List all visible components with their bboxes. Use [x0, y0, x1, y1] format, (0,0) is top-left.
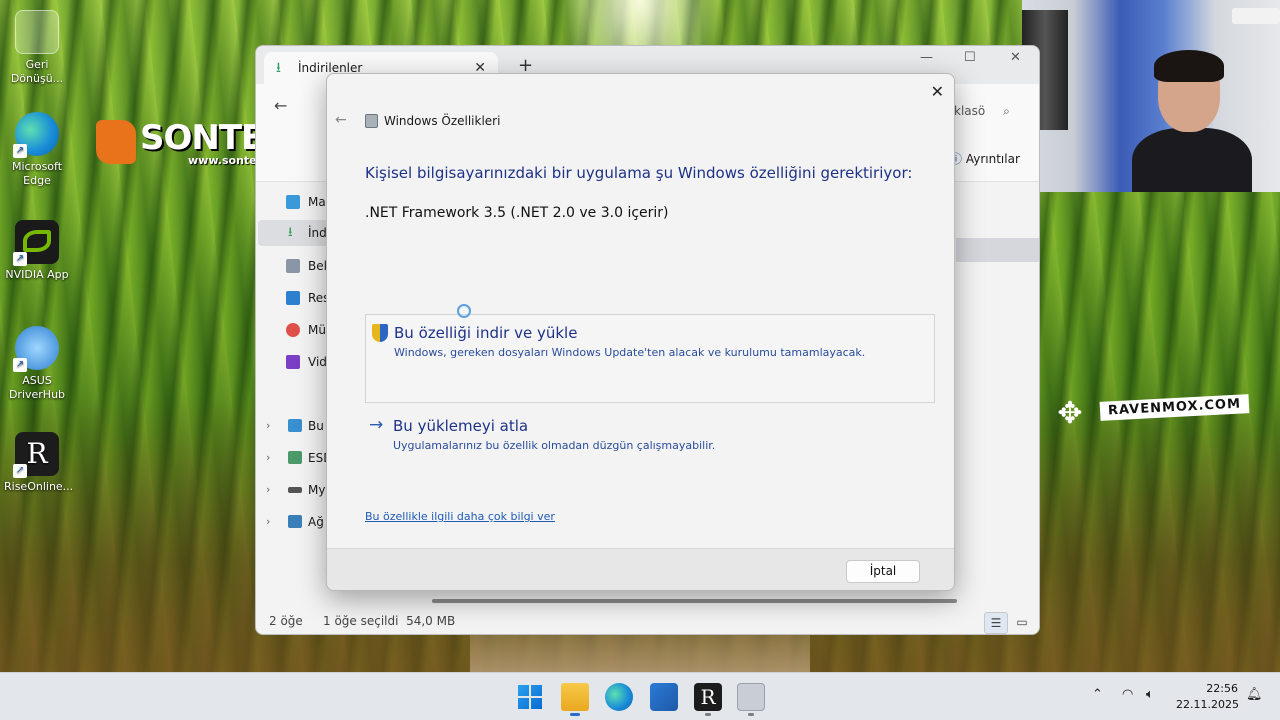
- desktop-icon-nvidia[interactable]: ↗ NVIDIA App: [4, 220, 70, 282]
- status-item-count: 2 öğe: [269, 614, 303, 628]
- riseonline-taskbar-icon[interactable]: R: [694, 683, 722, 711]
- documents-icon: [286, 259, 300, 273]
- more-info-link[interactable]: Bu özellikle ilgili daha çok bilgi ver: [365, 510, 555, 523]
- chevron-right-icon[interactable]: ›: [266, 509, 270, 535]
- selected-file-row[interactable]: [956, 238, 1039, 262]
- tree-label: My: [308, 483, 326, 497]
- required-feature: .NET Framework 3.5 (.NET 2.0 ve 3.0 içer…: [365, 205, 669, 221]
- taskbar: R ⌃ ◠ 🔈︎ 22:56 22.11.2025 🔔︎: [0, 672, 1280, 720]
- search-box[interactable]: klasö ⌕: [954, 104, 1010, 119]
- webcam-overlay: [1022, 0, 1280, 192]
- close-icon[interactable]: ✕: [931, 82, 944, 101]
- maximize-icon[interactable]: ☐: [964, 50, 976, 65]
- file-explorer-taskbar-icon[interactable]: [561, 683, 589, 711]
- dialog-footer: İptal: [327, 548, 954, 590]
- desktop-icon-label: NVIDIA App: [5, 268, 69, 281]
- notification-icon[interactable]: 🔔︎: [1246, 687, 1263, 702]
- computer-icon: [288, 419, 302, 432]
- raven-icon: ✥: [1057, 396, 1083, 431]
- details-label: Ayrıntılar: [965, 152, 1020, 166]
- loading-spinner-icon: [457, 304, 471, 318]
- desktop-icon-recycle-bin[interactable]: Geri Dönüşü...: [4, 10, 70, 86]
- uac-shield-icon: [372, 324, 388, 342]
- music-icon: [286, 323, 300, 337]
- desktop-icon-edge[interactable]: ↗ Microsoft Edge: [4, 112, 70, 188]
- watermark-ravenmox: RAVENMOX.COM: [1099, 394, 1250, 421]
- skip-install-option[interactable]: → Bu yüklemeyi atla Uygulamalarınız bu ö…: [365, 408, 935, 456]
- chevron-up-icon[interactable]: ⌃: [1092, 687, 1103, 702]
- chevron-right-icon[interactable]: ›: [266, 413, 270, 439]
- store-taskbar-icon[interactable]: [650, 683, 678, 711]
- network-icon: [288, 515, 302, 528]
- shortcut-arrow-icon: ↗: [13, 144, 27, 158]
- desktop-icon-label: Geri Dönüşü...: [10, 58, 64, 85]
- running-indicator: [748, 713, 754, 716]
- system-clock[interactable]: 22:56 22.11.2025: [1176, 681, 1239, 713]
- list-view-icon: ☰: [990, 616, 1002, 630]
- search-icon: ⌕: [1003, 104, 1010, 118]
- chevron-right-icon[interactable]: ›: [266, 445, 270, 471]
- minimize-icon[interactable]: —: [920, 50, 933, 65]
- windows-features-dialog: ✕ ← Windows Özellikleri Kişisel bilgisay…: [326, 73, 955, 591]
- desktop-icon-label: RiseOnline...: [4, 480, 74, 493]
- start-button[interactable]: [516, 683, 544, 711]
- webcam-person-hair: [1154, 50, 1224, 82]
- clock-time: 22:56: [1206, 682, 1238, 695]
- shortcut-arrow-icon: ↗: [13, 252, 27, 266]
- webcam-person: [1132, 50, 1252, 192]
- windows-features-icon: [365, 114, 378, 128]
- download-icon: ⭳: [276, 60, 281, 76]
- option-description: Windows, gereken dosyaları Windows Updat…: [394, 346, 866, 359]
- details-view-button[interactable]: ☰: [984, 612, 1008, 634]
- webcam-person-body: [1132, 128, 1252, 192]
- option-title: Bu yüklemeyi atla: [393, 417, 529, 435]
- tiles-view-icon: ▭: [1016, 615, 1028, 629]
- active-indicator: [570, 713, 580, 716]
- running-indicator: [705, 713, 711, 716]
- desktop-folder-icon: [286, 195, 300, 209]
- back-arrow-icon[interactable]: ←: [335, 112, 347, 128]
- dialog-heading: Kişisel bilgisayarınızdaki bir uygulama …: [365, 164, 913, 182]
- cancel-button[interactable]: İptal: [846, 560, 920, 583]
- volume-icon[interactable]: 🔈︎: [1146, 687, 1154, 702]
- details-button[interactable]: ⓘ Ayrıntılar: [950, 150, 1020, 167]
- drive-icon: [288, 451, 302, 464]
- close-window-icon[interactable]: ✕: [1010, 50, 1021, 65]
- edge-taskbar-icon[interactable]: [605, 683, 633, 711]
- videos-icon: [286, 355, 300, 369]
- tiles-view-button[interactable]: ▭: [1010, 612, 1034, 634]
- status-bar: 2 öğe 1 öğe seçildi 54,0 MB: [256, 606, 1039, 634]
- tree-label: Ağ: [308, 515, 324, 529]
- download-icon: ⭳: [288, 225, 293, 240]
- shortcut-arrow-icon: ↗: [13, 358, 27, 372]
- desktop-icon-label: Microsoft Edge: [11, 160, 63, 187]
- horizontal-scrollbar[interactable]: [432, 599, 957, 603]
- clock-date: 22.11.2025: [1176, 698, 1239, 711]
- arrow-right-icon: →: [369, 415, 384, 435]
- drive-icon: [288, 487, 302, 493]
- edge-icon: ↗: [13, 112, 59, 158]
- sonteklif-logo-icon: [96, 120, 136, 164]
- desktop-icon-label: ASUS DriverHub: [8, 374, 66, 401]
- download-install-option[interactable]: Bu özelliği indir ve yükle Windows, gere…: [365, 314, 935, 403]
- option-title: Bu özelliği indir ve yükle: [394, 324, 578, 342]
- desktop-icon-riseonline[interactable]: R ↗ RiseOnline...: [4, 432, 74, 494]
- pictures-icon: [286, 291, 300, 305]
- dialog-title: Windows Özellikleri: [384, 114, 501, 128]
- asus-driverhub-icon: ↗: [13, 326, 59, 372]
- wifi-icon[interactable]: ◠: [1122, 687, 1133, 702]
- status-selection: 1 öğe seçildi 54,0 MB: [323, 614, 456, 628]
- riseonline-icon: R ↗: [13, 432, 59, 478]
- back-arrow-icon[interactable]: ←: [274, 96, 287, 115]
- option-description: Uygulamalarınız bu özellik olmadan düzgü…: [393, 439, 716, 452]
- desktop-icon-asus-driverhub[interactable]: ↗ ASUS DriverHub: [4, 326, 70, 402]
- nvidia-icon: ↗: [13, 220, 59, 266]
- search-placeholder: klasö: [954, 104, 986, 118]
- windows-logo-icon: [518, 685, 542, 709]
- recycle-bin-icon: [15, 10, 59, 54]
- webcam-air-conditioner: [1232, 8, 1280, 24]
- windows-features-taskbar-icon[interactable]: [737, 683, 765, 711]
- chevron-right-icon[interactable]: ›: [266, 477, 270, 503]
- shortcut-arrow-icon: ↗: [13, 464, 27, 478]
